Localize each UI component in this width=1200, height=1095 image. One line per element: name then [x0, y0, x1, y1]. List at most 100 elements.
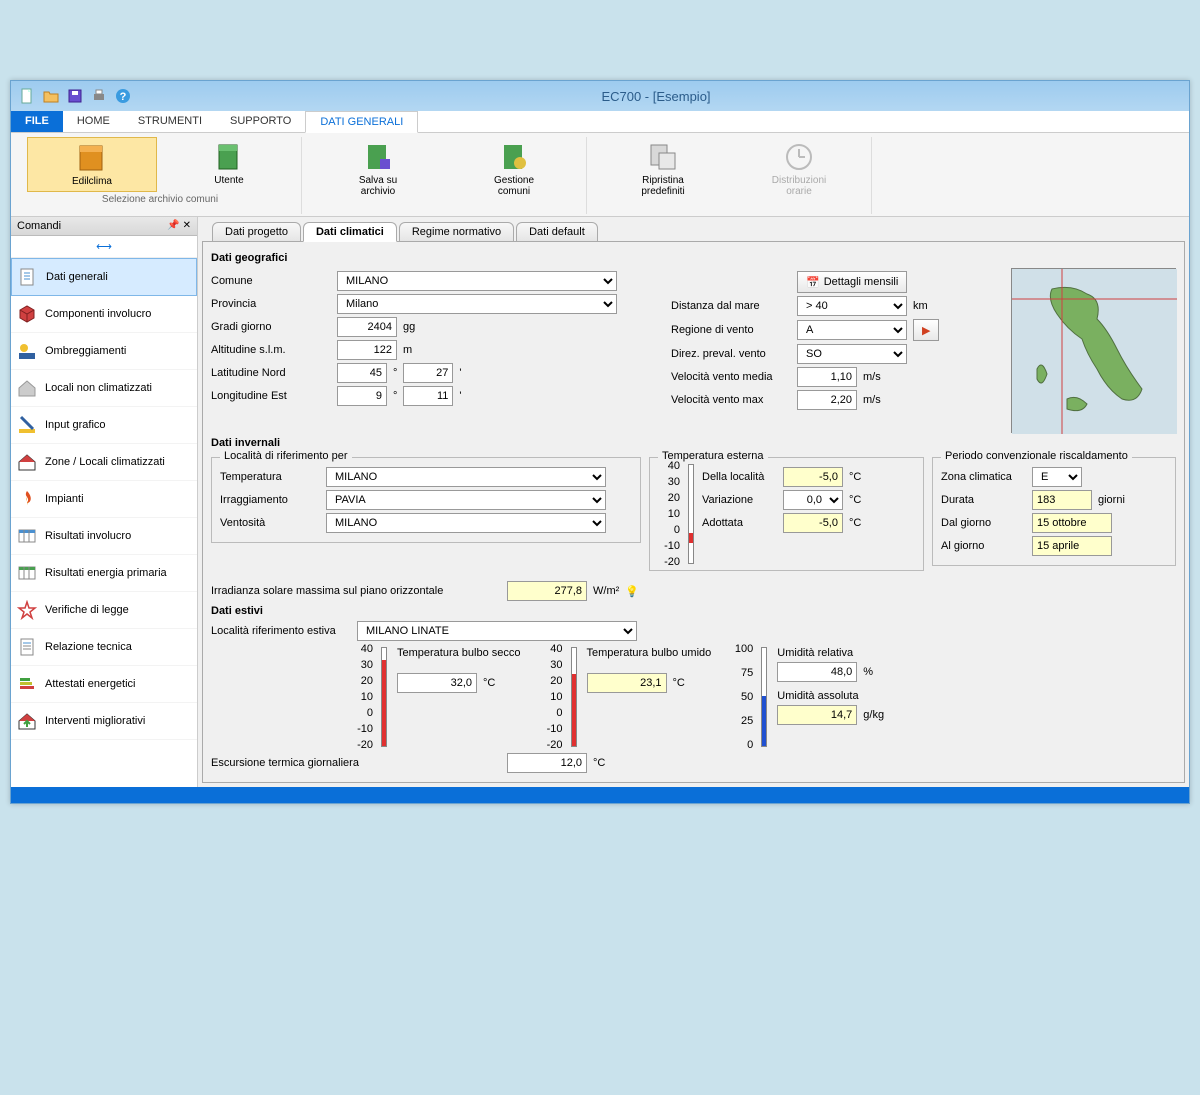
sidebar-item-componenti[interactable]: Componenti involucro	[11, 296, 197, 333]
gradi-giorno-input[interactable]	[337, 317, 397, 337]
sidebar-item-verifiche[interactable]: Verifiche di legge	[11, 592, 197, 629]
window-title: EC700 - [Esempio]	[131, 89, 1181, 104]
energy-label-icon	[17, 674, 37, 694]
menu-supporto[interactable]: SUPPORTO	[216, 111, 305, 132]
svg-text:?: ?	[120, 91, 127, 103]
tbu-value: 23,1	[587, 673, 667, 693]
main-content: Dati progetto Dati climatici Regime norm…	[198, 217, 1189, 787]
sidebar-item-ombreggiamenti[interactable]: Ombreggiamenti	[11, 333, 197, 370]
menu-file[interactable]: FILE	[11, 111, 63, 132]
ruler-pencil-icon	[17, 415, 37, 435]
escursione-input[interactable]	[507, 753, 587, 773]
sidebar-collapse-icon[interactable]: ⟷	[11, 236, 197, 258]
vento-media-input[interactable]	[797, 367, 857, 387]
sidebar-header: Comandi 📌 ✕	[11, 217, 197, 236]
thermo-humidity: 100 75 50 25 0	[731, 647, 771, 747]
print-icon[interactable]	[91, 88, 107, 104]
lat-min-input[interactable]	[403, 363, 453, 383]
sidebar-item-input-grafico[interactable]: Input grafico	[11, 407, 197, 444]
sidebar-item-interventi[interactable]: Interventi migliorativi	[11, 703, 197, 740]
vento-max-input[interactable]	[797, 390, 857, 410]
report-icon	[17, 637, 37, 657]
comune-select[interactable]: MILANO	[337, 271, 617, 291]
sidebar-item-relazione[interactable]: Relazione tecnica	[11, 629, 197, 666]
dal-giorno-value: 15 ottobre	[1032, 513, 1112, 533]
tbs-input[interactable]	[397, 673, 477, 693]
ribbon-salva-archivio[interactable]: Salva su archivio	[314, 137, 442, 201]
altitudine-input[interactable]	[337, 340, 397, 360]
loc-temperatura-select[interactable]: MILANO	[326, 467, 606, 487]
direz-vento-select[interactable]: SO	[797, 344, 907, 364]
play-button[interactable]: ▶	[913, 319, 939, 341]
tab-dati-progetto[interactable]: Dati progetto	[212, 222, 301, 242]
ribbon-group-title-1: Selezione archivio comuni	[102, 194, 218, 205]
sidebar-item-risultati-involucro[interactable]: Risultati involucro	[11, 518, 197, 555]
loc-irraggiamento-select[interactable]: PAVIA	[326, 490, 606, 510]
table-green-icon	[17, 563, 37, 583]
loc-ventosita-select[interactable]: MILANO	[326, 513, 606, 533]
al-giorno-value: 15 aprile	[1032, 536, 1112, 556]
star-icon	[17, 600, 37, 620]
temp-variazione-select[interactable]: 0,0	[783, 490, 843, 510]
lat-deg-input[interactable]	[337, 363, 387, 383]
flame-icon	[17, 489, 37, 509]
menu-home[interactable]: HOME	[63, 111, 124, 132]
save-icon[interactable]	[67, 88, 83, 104]
thermo-tbu: 40 30 20 10 0 -10 -20	[541, 647, 581, 747]
ribbon-distribuzioni: Distribuzioni orarie	[735, 137, 863, 201]
umidita-assoluta-value: 14,7	[777, 705, 857, 725]
menu-strumenti[interactable]: STRUMENTI	[124, 111, 216, 132]
zona-climatica-select[interactable]: E	[1032, 467, 1082, 487]
ribbon-ripristina[interactable]: Ripristina predefiniti	[599, 137, 727, 201]
status-bar	[11, 787, 1189, 803]
help-icon[interactable]: ?	[115, 88, 131, 104]
thermo-winter: 40 30 20 10 0 -10 -20	[658, 464, 698, 564]
irradianza-value: 277,8	[507, 581, 587, 601]
app-window: ? EC700 - [Esempio] FILE HOME STRUMENTI …	[10, 80, 1190, 804]
sidebar: Comandi 📌 ✕ ⟷ Dati generali Componenti i…	[11, 217, 198, 787]
section-geo-title: Dati geografici	[211, 252, 1176, 264]
dettagli-mensili-button[interactable]: 📅 Dettagli mensili	[797, 271, 907, 293]
sun-shade-icon	[17, 341, 37, 361]
house-grey-icon	[17, 378, 37, 398]
titlebar: ? EC700 - [Esempio]	[11, 81, 1189, 111]
sidebar-item-locali-non-clim[interactable]: Locali non climatizzati	[11, 370, 197, 407]
new-file-icon[interactable]	[19, 88, 35, 104]
tab-dati-default[interactable]: Dati default	[516, 222, 598, 242]
lon-min-input[interactable]	[403, 386, 453, 406]
temp-localita-value: -5,0	[783, 467, 843, 487]
sidebar-item-zone-locali[interactable]: Zone / Locali climatizzati	[11, 444, 197, 481]
umidita-relativa-input[interactable]	[777, 662, 857, 682]
thermo-tbs: 40 30 20 10 0 -10 -20	[351, 647, 391, 747]
regione-vento-select[interactable]: A	[797, 320, 907, 340]
house-up-icon	[17, 711, 37, 731]
durata-value: 183	[1032, 490, 1092, 510]
document-icon	[18, 267, 38, 287]
menubar: FILE HOME STRUMENTI SUPPORTO DATI GENERA…	[11, 111, 1189, 133]
menu-dati-generali[interactable]: DATI GENERALI	[305, 111, 418, 133]
house-red-icon	[17, 452, 37, 472]
sidebar-item-attestati[interactable]: Attestati energetici	[11, 666, 197, 703]
section-est-title: Dati estivi	[211, 605, 1176, 617]
distanza-mare-select[interactable]: > 40	[797, 296, 907, 316]
ribbon: Edilclima Utente Selezione archivio comu…	[11, 133, 1189, 217]
bulb-icon: 💡	[625, 585, 639, 598]
sidebar-item-risultati-energia[interactable]: Risultati energia primaria	[11, 555, 197, 592]
italy-map[interactable]	[1011, 268, 1176, 433]
tab-regime-normativo[interactable]: Regime normativo	[399, 222, 514, 242]
ribbon-edilclima[interactable]: Edilclima	[27, 137, 157, 192]
sidebar-item-impianti[interactable]: Impianti	[11, 481, 197, 518]
sidebar-item-dati-generali[interactable]: Dati generali	[11, 258, 197, 296]
open-folder-icon[interactable]	[43, 88, 59, 104]
table-blue-icon	[17, 526, 37, 546]
ribbon-utente[interactable]: Utente	[165, 137, 293, 192]
pin-icon[interactable]: 📌 ✕	[167, 220, 191, 232]
provincia-select[interactable]: Milano	[337, 294, 617, 314]
calendar-icon: 📅	[806, 276, 820, 289]
ribbon-gestione-comuni[interactable]: Gestione comuni	[450, 137, 578, 201]
temp-adottata-value: -5,0	[783, 513, 843, 533]
tab-dati-climatici[interactable]: Dati climatici	[303, 222, 397, 242]
lon-deg-input[interactable]	[337, 386, 387, 406]
cube-icon	[17, 304, 37, 324]
loc-estiva-select[interactable]: MILANO LINATE	[357, 621, 637, 641]
